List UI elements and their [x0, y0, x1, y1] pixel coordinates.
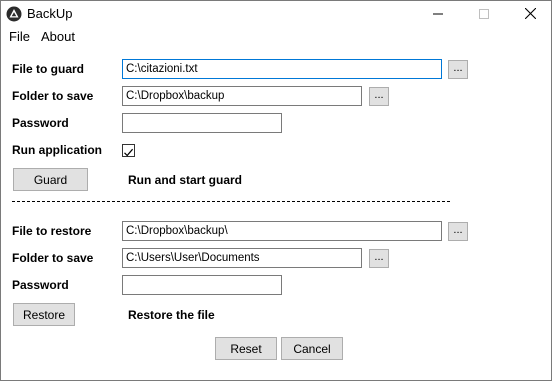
title-bar[interactable]: BackUp: [1, 1, 551, 28]
minimize-button[interactable]: [415, 1, 461, 28]
maximize-icon: [479, 6, 489, 24]
guard-folder-to-save-label: Folder to save: [12, 89, 94, 103]
restore-folder-to-save-label: Folder to save: [12, 251, 94, 265]
browse-file-to-restore-button[interactable]: ...: [448, 222, 468, 241]
browse-guard-folder-button[interactable]: ...: [369, 87, 389, 106]
guard-status-text: Run and start guard: [128, 173, 243, 187]
guard-folder-to-save-input[interactable]: C:\Dropbox\backup: [122, 86, 362, 106]
file-to-restore-input[interactable]: C:\Dropbox\backup\: [122, 221, 442, 241]
file-to-restore-label: File to restore: [12, 224, 92, 238]
close-icon: [524, 6, 536, 24]
run-application-label: Run application: [12, 143, 102, 157]
close-button[interactable]: [507, 1, 552, 28]
section-divider: [12, 201, 450, 202]
restore-button[interactable]: Restore: [13, 303, 75, 326]
browse-file-to-guard-button[interactable]: ...: [448, 60, 468, 79]
restore-password-input[interactable]: [122, 275, 282, 295]
cancel-button[interactable]: Cancel: [281, 337, 343, 360]
backup-window: BackUp File About File to guard C:\citaz…: [0, 0, 552, 381]
file-to-guard-input[interactable]: C:\citazioni.txt: [122, 59, 442, 79]
reset-button[interactable]: Reset: [215, 337, 277, 360]
guard-password-input[interactable]: [122, 113, 282, 133]
file-to-guard-label: File to guard: [12, 62, 84, 76]
app-logo-icon: [6, 6, 22, 22]
main-panel: File to guard C:\citazioni.txt ... Folde…: [1, 46, 551, 380]
restore-folder-to-save-input[interactable]: C:\Users\User\Documents: [122, 248, 362, 268]
menu-bar: File About: [1, 28, 551, 46]
menu-about[interactable]: About: [41, 29, 75, 44]
browse-restore-folder-button[interactable]: ...: [369, 249, 389, 268]
minimize-icon: [433, 6, 443, 24]
restore-password-label: Password: [12, 278, 69, 292]
run-application-checkbox[interactable]: [122, 144, 135, 157]
maximize-button[interactable]: [461, 1, 507, 28]
menu-file[interactable]: File: [9, 29, 30, 44]
window-title: BackUp: [27, 6, 73, 21]
checkmark-icon: [123, 145, 134, 163]
guard-password-label: Password: [12, 116, 69, 130]
guard-button[interactable]: Guard: [13, 168, 88, 191]
restore-status-text: Restore the file: [128, 308, 215, 322]
